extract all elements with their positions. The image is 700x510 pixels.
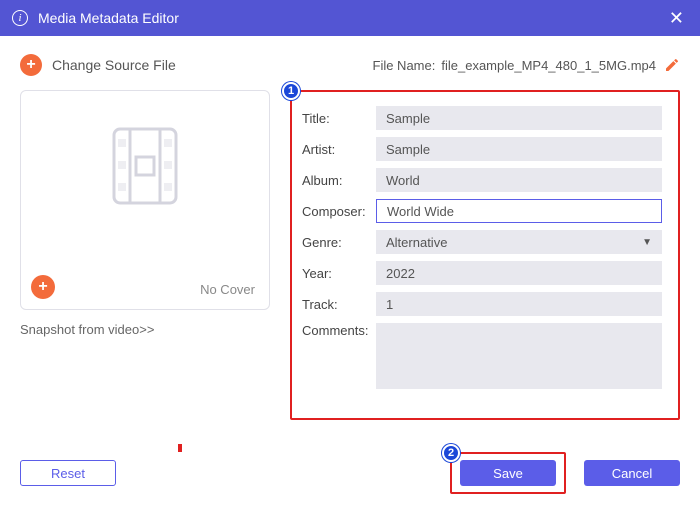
reset-button[interactable]: Reset <box>20 460 116 486</box>
track-input[interactable] <box>376 292 662 316</box>
top-row: + Change Source File File Name: file_exa… <box>20 54 680 76</box>
composer-label: Composer: <box>302 204 376 219</box>
artist-input[interactable] <box>376 137 662 161</box>
snapshot-from-video-link[interactable]: Snapshot from video>> <box>20 322 154 337</box>
no-cover-label: No Cover <box>200 282 255 297</box>
comments-label: Comments: <box>302 323 376 338</box>
genre-value: Alternative <box>386 235 447 250</box>
annotation-badge-1: 1 <box>282 82 300 100</box>
year-label: Year: <box>302 266 376 281</box>
save-button[interactable]: Save <box>460 460 556 486</box>
annotation-mark <box>178 444 182 452</box>
change-source-plus-icon[interactable]: + <box>20 54 42 76</box>
titlebar: i Media Metadata Editor ✕ <box>0 0 700 36</box>
title-input[interactable] <box>376 106 662 130</box>
content-area: + Change Source File File Name: file_exa… <box>0 36 700 434</box>
window-title: Media Metadata Editor <box>38 10 665 26</box>
comments-row: Comments: <box>302 323 662 389</box>
composer-row: Composer: <box>302 199 662 223</box>
film-placeholder-icon <box>100 121 190 211</box>
title-label: Title: <box>302 111 376 126</box>
artist-row: Artist: <box>302 137 662 161</box>
info-icon: i <box>12 10 28 26</box>
cancel-button[interactable]: Cancel <box>584 460 680 486</box>
comments-textarea[interactable] <box>376 323 662 389</box>
year-row: Year: <box>302 261 662 285</box>
track-row: Track: <box>302 292 662 316</box>
annotation-badge-2: 2 <box>442 444 460 462</box>
cover-box: + No Cover <box>20 90 270 310</box>
filename-label: File Name: <box>373 58 436 73</box>
genre-label: Genre: <box>302 235 376 250</box>
album-row: Album: <box>302 168 662 192</box>
main-area: + No Cover Snapshot from video>> 1 Title… <box>20 90 680 420</box>
track-label: Track: <box>302 297 376 312</box>
genre-select[interactable]: Alternative ▼ <box>376 230 662 254</box>
filename-value: file_example_MP4_480_1_5MG.mp4 <box>441 58 656 73</box>
artist-label: Artist: <box>302 142 376 157</box>
filename-area: File Name: file_example_MP4_480_1_5MG.mp… <box>373 57 681 73</box>
title-row: Title: <box>302 106 662 130</box>
album-input[interactable] <box>376 168 662 192</box>
album-label: Album: <box>302 173 376 188</box>
footer: Reset 2 Save Cancel <box>20 452 680 494</box>
add-cover-button[interactable]: + <box>31 275 55 299</box>
composer-input[interactable] <box>376 199 662 223</box>
edit-filename-icon[interactable] <box>664 57 680 73</box>
metadata-form: 1 Title: Artist: Album: Composer: Genre: <box>290 90 680 420</box>
year-input[interactable] <box>376 261 662 285</box>
save-annotation-box: 2 Save <box>450 452 566 494</box>
change-source-file-link[interactable]: Change Source File <box>52 57 176 73</box>
close-icon[interactable]: ✕ <box>665 8 688 29</box>
genre-row: Genre: Alternative ▼ <box>302 230 662 254</box>
cover-column: + No Cover Snapshot from video>> <box>20 90 270 420</box>
chevron-down-icon: ▼ <box>642 237 652 248</box>
